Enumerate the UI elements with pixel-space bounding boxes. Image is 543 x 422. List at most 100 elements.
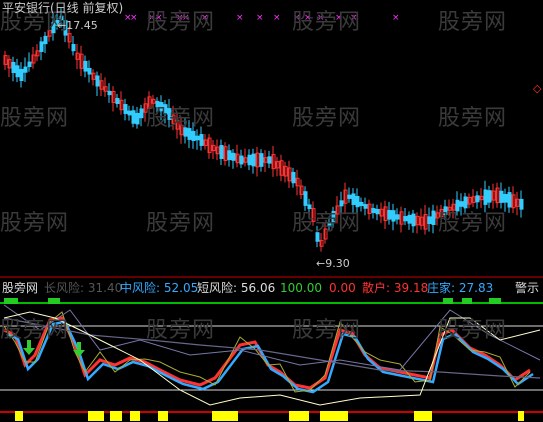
candle-body: [407, 214, 412, 224]
legend-retail: 散户: 39.18: [362, 281, 429, 295]
candle-body: [375, 208, 380, 215]
candle-body: [107, 90, 112, 96]
watermark: 股旁网: [292, 10, 362, 35]
legend-upper-value: 100.00: [280, 281, 322, 295]
candle-body: [403, 216, 408, 222]
watermark: 股旁网: [292, 211, 362, 236]
candle-body: [19, 68, 24, 82]
candle-body: [135, 112, 140, 125]
candle-body: [483, 189, 488, 205]
candle-body: [231, 152, 236, 161]
warning-label: 警示: [515, 281, 540, 295]
watermark: 股旁网: [438, 211, 508, 236]
candle-body: [259, 153, 264, 167]
marker-glyph: ×: [130, 13, 138, 23]
arrow-icon: ←: [57, 19, 67, 32]
candle-body: [363, 204, 368, 209]
candle-body: [227, 150, 232, 161]
candle-body: [499, 190, 504, 203]
watermark: 股旁网: [146, 10, 216, 35]
high-price-label: ←17.45: [57, 19, 98, 32]
legend-short-risk: 短风险: 56.06: [197, 281, 276, 295]
candle-body: [251, 153, 256, 167]
watermark: 股旁网: [438, 318, 508, 343]
candle-body: [71, 44, 76, 52]
candle-body: [11, 61, 16, 74]
candle-body: [347, 194, 352, 199]
signal-block-yellow: [110, 411, 122, 421]
low-price-label: ←9.30: [316, 257, 350, 270]
watermark: 股旁网: [292, 106, 362, 131]
signal-block-yellow: [212, 411, 238, 421]
legend-lower-value: 0.00: [329, 281, 356, 295]
candle-body: [115, 97, 120, 105]
candle-body: [411, 213, 416, 227]
candle-body: [195, 135, 200, 141]
legend-dealer: 庄家: 27.83: [427, 281, 494, 295]
watermark: 股旁网: [146, 318, 216, 343]
watermark: 股旁网: [0, 106, 70, 131]
marker-glyph: ×: [256, 13, 264, 23]
legend-mid-risk: 中风险: 52.05: [120, 281, 199, 295]
candle-body: [507, 192, 512, 208]
candle-body: [23, 66, 28, 73]
signal-block-yellow: [158, 411, 168, 421]
candle-body: [43, 35, 48, 45]
signal-block-green: [4, 298, 18, 304]
marker-glyph: ×: [236, 13, 244, 23]
legend-long-risk: 长风险: 31.40: [44, 281, 123, 295]
watermark: 股旁网: [438, 10, 508, 35]
candle-body: [131, 110, 136, 124]
candle-body: [15, 65, 20, 78]
candle-body: [123, 104, 128, 114]
candle-body: [95, 75, 100, 87]
signal-block-yellow: [320, 411, 348, 421]
candle-body: [351, 193, 356, 205]
candle-body: [127, 110, 132, 116]
candle-body: [519, 198, 524, 210]
candle-body: [291, 171, 296, 184]
candle-body: [427, 216, 432, 225]
marker-glyph: ×: [273, 13, 281, 23]
signal-block-yellow: [15, 411, 23, 421]
signal-block-green: [443, 298, 453, 304]
signal-block-yellow: [289, 411, 309, 421]
candle-body: [391, 210, 396, 222]
candle-body: [303, 191, 308, 206]
candle-body: [27, 61, 32, 68]
candle-body: [395, 214, 400, 220]
watermark: 股旁网: [292, 318, 362, 343]
arrow-icon: ←: [316, 257, 326, 270]
watermark: 股旁网: [0, 211, 70, 236]
marker-glyph: ×: [392, 13, 400, 23]
candle-body: [39, 41, 44, 52]
signal-block-green: [489, 298, 501, 304]
signal-block-yellow: [414, 411, 432, 421]
candle-body: [139, 108, 144, 119]
chart-title: 平安银行(日线 前复权): [2, 1, 124, 15]
candle-body: [431, 210, 436, 226]
diamond-marker-icon: ◇: [533, 82, 542, 95]
candle-body: [239, 155, 244, 165]
candle-body: [487, 190, 492, 203]
candle-body: [503, 194, 508, 203]
indicator-name: 股旁网: [2, 281, 39, 295]
candle-body: [87, 67, 92, 75]
watermark: 股旁网: [438, 106, 508, 131]
watermark: 股旁网: [146, 211, 216, 236]
candle-body: [83, 60, 88, 72]
candle-body: [219, 145, 224, 159]
signal-block-yellow: [130, 411, 140, 421]
candle-body: [247, 154, 252, 166]
watermark: 股旁网: [146, 106, 216, 131]
candle-body: [371, 208, 376, 214]
signal-block-yellow: [518, 411, 524, 421]
signal-block-green: [462, 298, 472, 304]
signal-block-yellow: [88, 411, 104, 421]
candle-body: [191, 130, 196, 142]
candle-body: [387, 210, 392, 220]
candle-body: [475, 195, 480, 203]
candle-body: [199, 134, 204, 146]
candle-body: [267, 156, 272, 164]
watermark: 股旁网: [0, 318, 70, 343]
